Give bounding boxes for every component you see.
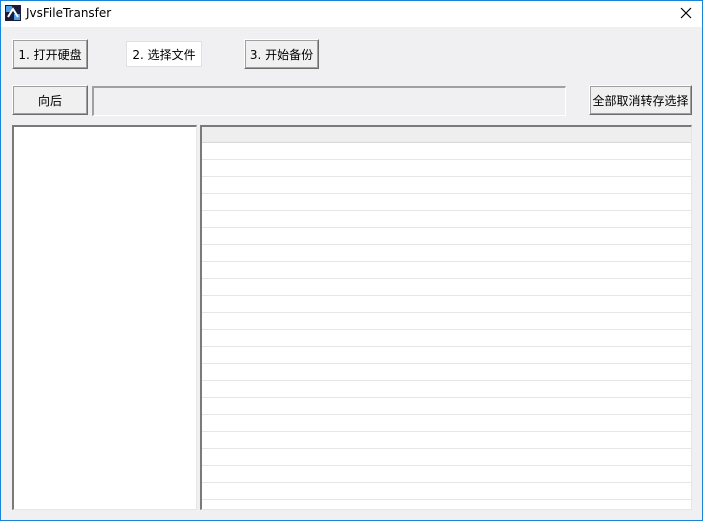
cancel-all-selection-button[interactable]: 全部取消转存选择 xyxy=(589,85,692,115)
app-window: JvsFileTransfer 1. 打开硬盘 2. 选择文件 3. 开始备份 … xyxy=(0,0,703,521)
select-files-step: 2. 选择文件 xyxy=(126,41,202,67)
close-icon xyxy=(680,7,692,22)
title-bar: JvsFileTransfer xyxy=(1,1,702,27)
start-backup-button[interactable]: 3. 开始备份 xyxy=(244,39,319,69)
path-field[interactable] xyxy=(92,86,566,116)
folder-tree-panel[interactable] xyxy=(12,125,197,510)
file-list-header[interactable] xyxy=(202,127,691,143)
file-list-panel[interactable] xyxy=(200,125,692,510)
open-disk-button[interactable]: 1. 打开硬盘 xyxy=(12,39,88,69)
window-title: JvsFileTransfer xyxy=(26,6,112,20)
app-icon xyxy=(5,5,21,21)
close-button[interactable] xyxy=(670,1,702,27)
back-button[interactable]: 向后 xyxy=(12,85,88,115)
file-list-rows[interactable] xyxy=(202,143,691,509)
